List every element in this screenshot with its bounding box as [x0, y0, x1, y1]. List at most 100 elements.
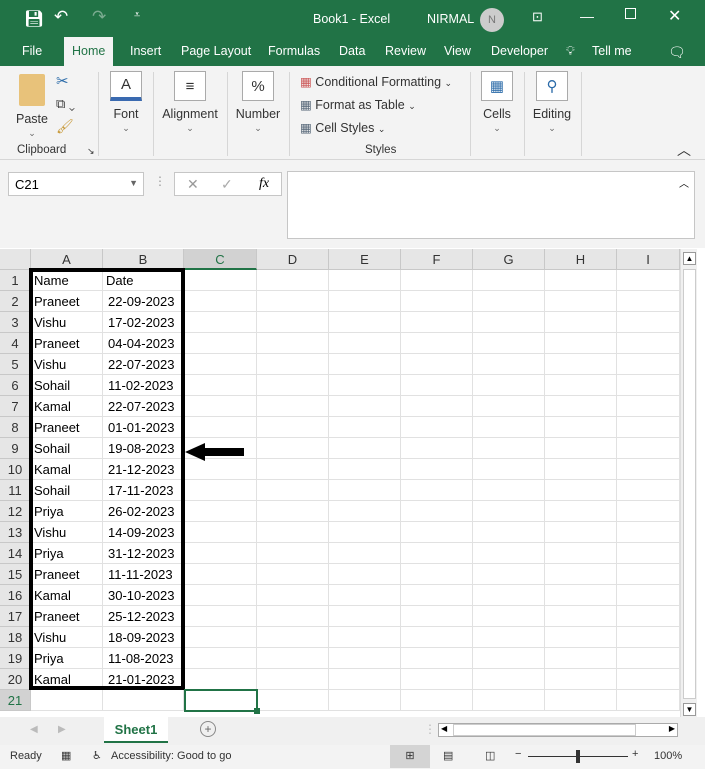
cell[interactable] — [473, 417, 545, 438]
cell[interactable] — [184, 522, 257, 543]
cell[interactable] — [617, 690, 680, 711]
cell[interactable] — [329, 648, 401, 669]
cell[interactable] — [184, 627, 257, 648]
cell[interactable] — [329, 375, 401, 396]
normal-view-button[interactable]: ⊞ — [390, 745, 430, 768]
cell[interactable] — [184, 585, 257, 606]
scroll-left-button[interactable]: ◀ — [441, 724, 447, 733]
row-header[interactable]: 4 — [0, 333, 31, 354]
cell[interactable] — [473, 522, 545, 543]
cell[interactable] — [473, 480, 545, 501]
row-header[interactable]: 10 — [0, 459, 31, 480]
zoom-out-button[interactable]: − — [515, 748, 521, 760]
cell[interactable] — [329, 543, 401, 564]
zoom-level[interactable]: 100% — [654, 750, 682, 762]
editing-button[interactable]: ⚲ Editing ⌄ — [530, 71, 574, 134]
cell[interactable] — [184, 564, 257, 585]
cell[interactable] — [329, 627, 401, 648]
cell[interactable] — [401, 648, 473, 669]
column-header-D[interactable]: D — [257, 249, 329, 270]
cell[interactable] — [401, 270, 473, 291]
cell[interactable] — [257, 585, 329, 606]
tab-page-layout[interactable]: Page Layout — [181, 44, 251, 58]
tab-view[interactable]: View — [444, 44, 471, 58]
cell[interactable] — [473, 543, 545, 564]
cell[interactable] — [329, 585, 401, 606]
vertical-scrollbar[interactable]: ▲ ▼ — [680, 249, 697, 717]
next-sheet-icon[interactable]: ▶ — [58, 724, 66, 735]
formula-input[interactable]: ︿ — [287, 171, 695, 239]
select-all[interactable] — [0, 249, 31, 270]
column-header-A[interactable]: A — [31, 249, 103, 270]
cell[interactable] — [329, 396, 401, 417]
cell[interactable] — [329, 354, 401, 375]
save-icon[interactable]: 💾︎ — [24, 9, 44, 29]
row-header[interactable]: 12 — [0, 501, 31, 522]
h-scroll-thumb[interactable] — [453, 724, 636, 736]
cell[interactable] — [545, 375, 617, 396]
copy-icon[interactable]: ⧉ ⌄ — [56, 96, 75, 112]
page-break-view-button[interactable]: ◫ — [485, 749, 495, 762]
tell-me[interactable]: Tell me — [592, 44, 632, 58]
cell[interactable] — [401, 480, 473, 501]
cell[interactable] — [257, 543, 329, 564]
column-header-F[interactable]: F — [401, 249, 473, 270]
row-header[interactable]: 13 — [0, 522, 31, 543]
horizontal-scrollbar[interactable]: ◀ ▶ — [438, 723, 678, 737]
cell[interactable] — [545, 522, 617, 543]
cell[interactable] — [545, 627, 617, 648]
cell[interactable] — [257, 564, 329, 585]
tab-data[interactable]: Data — [339, 44, 365, 58]
cell[interactable] — [545, 669, 617, 690]
cell[interactable] — [545, 312, 617, 333]
cell[interactable] — [329, 312, 401, 333]
cell[interactable] — [257, 480, 329, 501]
cell[interactable] — [617, 585, 680, 606]
cell[interactable] — [257, 648, 329, 669]
add-sheet-button[interactable]: + — [200, 721, 216, 737]
cell[interactable] — [617, 396, 680, 417]
cell[interactable] — [473, 564, 545, 585]
cell[interactable] — [257, 438, 329, 459]
row-header[interactable]: 17 — [0, 606, 31, 627]
customize-toolbar-icon[interactable]: ⩡ — [134, 9, 140, 22]
cell[interactable] — [473, 354, 545, 375]
cell[interactable] — [184, 501, 257, 522]
scroll-down-button[interactable]: ▼ — [683, 703, 696, 716]
collapse-ribbon-icon[interactable]: ︿ — [677, 140, 691, 160]
cell[interactable] — [617, 438, 680, 459]
cell[interactable] — [329, 501, 401, 522]
cell[interactable] — [257, 627, 329, 648]
cell[interactable] — [473, 333, 545, 354]
format-as-table-button[interactable]: ▦ Format as Table ⌄ — [300, 97, 416, 112]
font-button[interactable]: A Font ⌄ — [106, 71, 146, 134]
cell[interactable] — [545, 648, 617, 669]
cell[interactable] — [184, 648, 257, 669]
cell[interactable] — [473, 627, 545, 648]
fill-handle[interactable] — [254, 708, 260, 714]
cell[interactable] — [401, 564, 473, 585]
cell[interactable] — [329, 480, 401, 501]
cell[interactable] — [617, 627, 680, 648]
cells-button[interactable]: ▦ Cells ⌄ — [478, 71, 516, 134]
tab-formulas[interactable]: Formulas — [268, 44, 320, 58]
cell[interactable] — [184, 480, 257, 501]
cell[interactable] — [617, 375, 680, 396]
cell[interactable] — [257, 333, 329, 354]
enter-icon[interactable]: ✓ — [221, 176, 233, 193]
row-header[interactable]: 1 — [0, 270, 31, 291]
cell[interactable] — [329, 606, 401, 627]
row-header[interactable]: 6 — [0, 375, 31, 396]
cell[interactable] — [473, 501, 545, 522]
tab-developer[interactable]: Developer — [491, 44, 548, 58]
cell[interactable] — [184, 396, 257, 417]
cell[interactable] — [545, 480, 617, 501]
cell[interactable] — [473, 396, 545, 417]
name-box[interactable]: C21 ▼ — [8, 172, 144, 196]
row-header[interactable]: 18 — [0, 627, 31, 648]
tab-splitter-icon[interactable]: ⋮ — [424, 722, 436, 736]
scroll-thumb[interactable] — [683, 269, 696, 699]
cell[interactable] — [473, 606, 545, 627]
row-header[interactable]: 7 — [0, 396, 31, 417]
cell[interactable] — [257, 522, 329, 543]
